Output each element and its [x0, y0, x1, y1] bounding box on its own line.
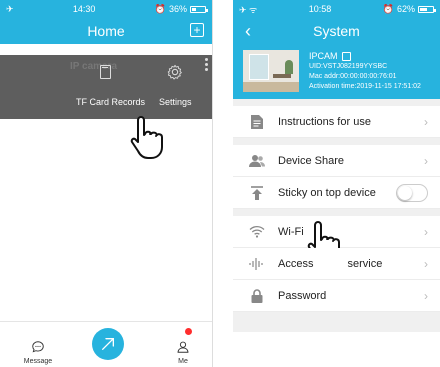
system-screen: ✈ ᯤ 10:58 ⏰ 62% ‹ System IPCAM UID:VSTJ0… [233, 0, 440, 367]
status-time: 10:58 [308, 4, 332, 14]
tf-card-records-label[interactable]: TF Card Records [76, 97, 145, 107]
document-icon [249, 114, 265, 130]
chat-bubble-icon [32, 341, 44, 353]
camera-card-overlay: IP camera TF Card Records Settings [0, 55, 212, 159]
sticky-toggle[interactable] [396, 183, 428, 202]
menu-item-password[interactable]: Password › [233, 280, 440, 312]
person-icon [177, 341, 189, 353]
alarm-icon: ⏰ [382, 3, 394, 14]
menu-label: Wi-Fi [278, 225, 304, 238]
settings-label[interactable]: Settings [159, 97, 192, 107]
menu-label: Password [278, 289, 327, 302]
home-screen: ✈ 14:30 ⏰ 36% Home + IP camera TF Card R… [0, 0, 213, 367]
menu-label: Device Share [278, 154, 345, 167]
menu-label: Sticky on top device [278, 186, 376, 199]
chevron-right-icon: › [424, 256, 428, 271]
gear-icon[interactable] [167, 64, 183, 80]
lock-icon [249, 288, 265, 304]
status-bar: ✈ ᯤ 10:58 ⏰ 62% [233, 0, 440, 18]
sd-card-icon[interactable] [100, 65, 111, 79]
airplane-icon: ✈ [6, 3, 14, 14]
camera-thumbnail[interactable] [243, 50, 299, 92]
nav-bar: Home + [0, 18, 212, 44]
page-title: Home [87, 23, 125, 39]
chevron-right-icon: › [424, 288, 428, 303]
battery-icon [190, 5, 208, 13]
tab-message[interactable]: Message [13, 340, 63, 365]
device-activation: Activation time:2019-11-15 17:51:02 [309, 83, 421, 90]
status-time: 14:30 [72, 4, 96, 14]
right-header: ✈ ᯤ 10:58 ⏰ 62% ‹ System IPCAM UID:VSTJ0… [233, 0, 440, 99]
users-icon [249, 153, 265, 169]
menu-item-access-service[interactable]: Access service › [233, 248, 440, 280]
device-name-row: IPCAM [309, 50, 421, 62]
chevron-right-icon: › [424, 153, 428, 168]
page-title: System [313, 23, 360, 39]
menu-item-sticky-top: Sticky on top device [233, 177, 440, 209]
device-info: IPCAM UID:VSTJ082199YYSBC Mac addr:00:00… [309, 50, 421, 92]
add-device-button[interactable]: + [190, 23, 204, 37]
wifi-icon [249, 224, 265, 240]
tab-me[interactable]: Me [158, 340, 208, 365]
tab-me-label: Me [178, 358, 188, 365]
add-device-tab-button[interactable] [92, 328, 124, 360]
airplane-wifi-icon: ✈ ᯤ [239, 4, 258, 15]
device-name: IPCAM [309, 51, 338, 61]
menu-label: Access service [278, 257, 383, 270]
device-mac: Mac addr:00:00:00:00:76:01 [309, 73, 397, 80]
menu-item-instructions[interactable]: Instructions for use › [233, 106, 440, 138]
chevron-right-icon: › [424, 114, 428, 129]
left-header: ✈ 14:30 ⏰ 36% Home + [0, 0, 212, 44]
status-right: ⏰ 36% [154, 3, 208, 15]
back-chevron-icon[interactable]: ‹ [245, 21, 251, 42]
pointing-hand-icon [130, 116, 163, 159]
status-bar: ✈ 14:30 ⏰ 36% [0, 0, 212, 18]
nav-bar: ‹ System [233, 18, 440, 44]
status-right: ⏰ 62% [382, 3, 436, 15]
device-profile: IPCAM UID:VSTJ082199YYSBC Mac addr:00:00… [233, 44, 440, 99]
notification-badge [185, 328, 192, 335]
alarm-icon: ⏰ [154, 3, 166, 14]
battery-percent: 62% [396, 4, 415, 14]
tab-bar: Message Me [0, 321, 212, 367]
menu-label: Instructions for use [278, 115, 371, 128]
tab-message-label: Message [23, 358, 53, 365]
pin-top-icon [249, 185, 265, 201]
settings-list: Instructions for use › Device Share › St… [233, 99, 440, 332]
menu-item-wifi[interactable]: Wi-Fi › [233, 216, 440, 264]
menu-item-device-share[interactable]: Device Share › [233, 145, 440, 177]
battery-icon [418, 5, 436, 13]
chevron-right-icon: › [424, 224, 428, 239]
signal-icon [249, 256, 265, 272]
add-device-icon [102, 338, 114, 350]
battery-percent: 36% [168, 4, 187, 14]
edit-icon[interactable] [341, 51, 351, 61]
device-uid: UID:VSTJ082199YYSBC [309, 63, 388, 70]
more-icon[interactable] [205, 58, 208, 71]
